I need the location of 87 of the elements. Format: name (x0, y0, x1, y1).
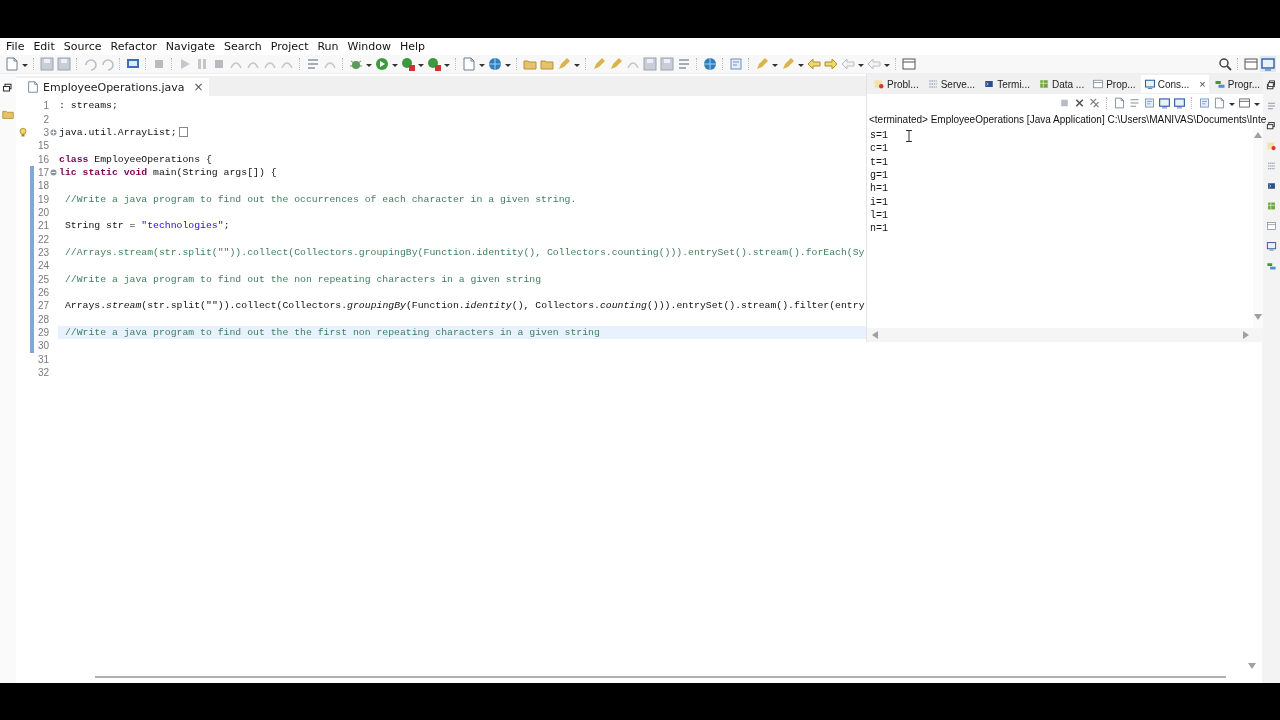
code-line: java.util.ArrayList; (58, 125, 177, 139)
code-line: class EmployeeOperations { (58, 152, 212, 166)
view-tab[interactable]: Cons... × (1140, 75, 1209, 93)
new-file-icon[interactable] (1113, 95, 1126, 111)
editor-tab[interactable]: EmployeeOperations.java × (16, 78, 209, 96)
line-number: 2 (42, 113, 49, 125)
list-icon[interactable] (728, 56, 744, 72)
line-number: 22 (36, 233, 49, 245)
console-output-line: n=1 (870, 222, 888, 236)
forward-arrow-icon[interactable] (823, 56, 839, 72)
code-line: //Write a java program to find out the non repeating characters in a given string (63, 272, 542, 286)
line-number: 16 (36, 153, 49, 165)
run-tool-icon[interactable] (400, 56, 416, 72)
menu-item[interactable]: Refactor (106, 39, 162, 54)
view-tab[interactable]: Probl... (870, 75, 922, 93)
menu-item[interactable]: Search (220, 39, 267, 54)
window-icon[interactable] (1243, 56, 1259, 72)
menu-item[interactable]: Edit (29, 39, 60, 54)
lines-icon[interactable] (676, 56, 692, 72)
menu-item[interactable]: Help (395, 39, 430, 54)
menu-item[interactable]: Run (313, 39, 344, 54)
list-icon[interactable] (1198, 95, 1211, 111)
text-cursor-icon (906, 130, 912, 142)
line-number: 20 (36, 206, 49, 218)
console-output-line: g=1 (870, 169, 888, 183)
expand-icon[interactable] (50, 128, 57, 136)
view-tab[interactable]: Serve... (923, 75, 979, 93)
scroll-right-icon[interactable] (1243, 331, 1249, 339)
view-tab[interactable]: Data ... (1034, 75, 1088, 93)
lines-icon[interactable] (305, 56, 321, 72)
scrollbar-thumb[interactable] (95, 676, 1226, 678)
line-number: 17 (36, 166, 49, 178)
line-number: 15 (36, 140, 49, 152)
java-file-icon (26, 79, 40, 95)
folded-code-box[interactable] (178, 127, 188, 138)
menu-item[interactable]: File (2, 39, 30, 54)
line-number: 24 (36, 260, 49, 272)
menu-item[interactable]: Navigate (161, 39, 220, 54)
line-number: 18 (36, 180, 49, 192)
console-output-line: t=1 (870, 155, 888, 170)
line-number: 23 (36, 246, 49, 258)
run-icon[interactable] (374, 56, 390, 72)
run-tool-icon[interactable] (426, 56, 442, 72)
window-icon[interactable] (1238, 95, 1251, 111)
console-icon[interactable] (1158, 95, 1171, 111)
view-tab[interactable]: Prop... (1089, 75, 1139, 93)
window-icon[interactable] (901, 56, 917, 72)
list-icon[interactable] (1143, 95, 1156, 111)
code-line: //Arrays.stream(str.split("")).collect(Collectors.groupingBy(Function.identity(), Collectors.counting())).entrySet().stream().forEach(Sy (63, 245, 865, 259)
menu-item[interactable]: Source (59, 39, 107, 54)
code-line: : streams; (58, 99, 118, 113)
line-number: 31 (36, 353, 49, 365)
code-line: Arrays.stream(str.split("")).collect(Collectors.groupingBy(Function.identity(), Collectors.counting())).entrySet().stream().filter(entry (63, 299, 865, 313)
line-number: 1 (42, 100, 49, 112)
line-number: 19 (36, 193, 49, 205)
line-number: 21 (36, 220, 49, 232)
close-button[interactable]: × (1199, 78, 1206, 90)
console-output-line: h=1 (870, 182, 888, 196)
close-button[interactable]: × (193, 80, 204, 94)
line-number: 26 (36, 287, 49, 298)
line-number: 32 (36, 367, 49, 379)
menu-item[interactable]: Window (343, 39, 396, 54)
menu-item[interactable]: Project (266, 39, 314, 54)
scroll-down-icon[interactable] (1248, 663, 1256, 669)
console-icon[interactable] (1173, 95, 1186, 111)
code-line: lic static void main(String args[]) { (58, 165, 277, 179)
console-output-line: i=1 (870, 195, 888, 210)
search-icon[interactable] (1217, 56, 1233, 72)
line-number: 29 (36, 327, 49, 338)
console-output-line: l=1 (870, 209, 888, 223)
line-number: 30 (36, 340, 49, 352)
line-number: 25 (36, 273, 49, 285)
scroll-left-icon[interactable] (872, 331, 878, 339)
console-output-line: s=1 (870, 129, 888, 143)
view-tab[interactable]: Progr... (1210, 75, 1264, 93)
line-number: 27 (36, 300, 49, 312)
code-line: String str = "technologies"; (63, 219, 230, 233)
line-number: 3 (42, 126, 49, 138)
view-tab[interactable]: Termi... (980, 75, 1033, 93)
globe-icon[interactable] (487, 56, 503, 72)
console-output-line: c=1 (870, 142, 888, 156)
globe-icon[interactable] (702, 56, 718, 72)
collapse-icon[interactable] (50, 168, 57, 176)
code-line: //Write a java program to find out the occurrences of each character in a given string. (63, 192, 577, 206)
scroll-up-icon[interactable] (1254, 132, 1262, 138)
line-number: 28 (36, 313, 49, 325)
scroll-down-icon[interactable] (1254, 314, 1262, 320)
